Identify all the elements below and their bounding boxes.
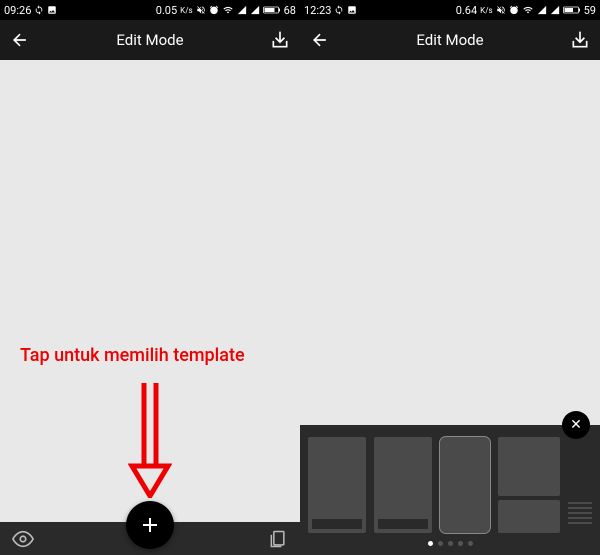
template-thumbnail[interactable] [374, 437, 432, 533]
app-bar-left: Edit Mode [0, 20, 300, 60]
close-panel-button[interactable]: ✕ [562, 411, 590, 439]
sync-icon [34, 5, 44, 15]
template-thumbnail[interactable] [440, 437, 490, 533]
template-thumbnail[interactable] [498, 437, 560, 533]
status-time-right: 12:23 [304, 4, 331, 17]
page-indicator [308, 541, 592, 546]
signal-icon [237, 5, 247, 15]
battery-icon [563, 5, 581, 15]
page-dot[interactable] [438, 541, 443, 546]
app-bar-right: Edit Mode [300, 20, 600, 60]
template-picker-panel: ✕ [300, 425, 600, 555]
mute-icon [196, 5, 206, 15]
back-button[interactable] [10, 30, 30, 50]
page-dot[interactable] [468, 541, 473, 546]
alarm-icon [209, 5, 219, 15]
page-dot[interactable] [428, 541, 433, 546]
battery-pct-left: 68 [284, 4, 296, 17]
image-icon [47, 5, 57, 15]
add-template-fab[interactable] [126, 501, 174, 549]
preview-button[interactable] [12, 528, 34, 550]
sync-icon [334, 5, 344, 15]
alarm-icon [509, 5, 519, 15]
page-dot[interactable] [448, 541, 453, 546]
battery-icon [263, 5, 281, 15]
image-icon [347, 5, 357, 15]
status-time-left: 09:26 [4, 4, 31, 17]
page-title-left: Edit Mode [30, 31, 270, 49]
net-speed-left: 0.05 [156, 4, 177, 17]
net-speed-right: 0.64 [456, 4, 477, 17]
close-icon: ✕ [570, 417, 582, 433]
page-title-right: Edit Mode [330, 31, 570, 49]
template-thumbnail[interactable] [568, 437, 592, 524]
net-unit-left: K/s [180, 6, 192, 15]
layers-button[interactable] [268, 529, 288, 549]
signal-icon-2 [250, 5, 260, 15]
wifi-icon [522, 5, 534, 15]
template-thumbnail[interactable] [308, 437, 366, 533]
status-bar-left: 09:26 0.05 K/s 68 [0, 0, 300, 20]
page-dot[interactable] [458, 541, 463, 546]
back-button[interactable] [310, 30, 330, 50]
battery-pct-right: 59 [584, 4, 596, 17]
download-button[interactable] [270, 30, 290, 50]
signal-icon-2 [550, 5, 560, 15]
wifi-icon [222, 5, 234, 15]
download-button[interactable] [570, 30, 590, 50]
status-bar-right: 12:23 0.64 K/s 59 [300, 0, 600, 20]
mute-icon [496, 5, 506, 15]
tutorial-arrow-icon [128, 378, 172, 498]
signal-icon [537, 5, 547, 15]
tutorial-annotation: Tap untuk memilih template [20, 345, 245, 366]
net-unit-right: K/s [480, 6, 492, 15]
